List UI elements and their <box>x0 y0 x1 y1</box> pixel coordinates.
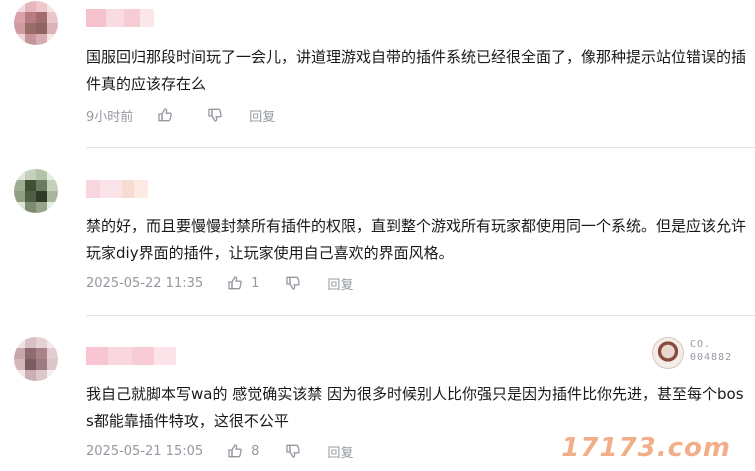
thumbs-up-icon <box>228 276 242 290</box>
comment-meta: 2025-05-21 15:05 8 回复 <box>86 441 353 461</box>
avatar[interactable] <box>14 1 58 45</box>
like-button[interactable]: 8 <box>227 443 259 459</box>
comment-text: 禁的好，而且要慢慢封禁所有插件的权限，直到整个游戏所有玩家都使用同一个系统。但是… <box>86 217 747 262</box>
avatar[interactable] <box>14 169 58 213</box>
comment-meta: 9小时前 回复 <box>86 105 275 125</box>
thumbs-up-icon <box>228 444 242 458</box>
fan-badge-icon <box>652 337 684 369</box>
divider <box>86 147 755 148</box>
reply-button[interactable]: 回复 <box>327 442 353 461</box>
thumbs-down-icon <box>286 444 301 458</box>
divider <box>86 315 755 316</box>
like-button[interactable] <box>157 107 181 123</box>
thumbs-up-icon <box>158 108 173 122</box>
thumbs-down-icon <box>286 276 301 290</box>
comment-meta: 2025-05-22 11:35 1 回复 <box>86 273 353 293</box>
like-button[interactable]: 1 <box>227 275 259 291</box>
username[interactable] <box>86 347 176 365</box>
like-count: 8 <box>251 443 260 459</box>
dislike-button[interactable] <box>285 443 301 459</box>
dislike-button[interactable] <box>207 107 223 123</box>
like-count: 1 <box>251 275 260 291</box>
fan-badge-number: CO. 004882 <box>690 339 733 363</box>
comment-text: 我自己就脚本写wa的 感觉确实该禁 因为很多时候别人比你强只是因为插件比你先进，… <box>86 385 744 430</box>
comment-text: 国服回归那段时间玩了一会儿，讲道理游戏自带的插件系统已经很全面了，像那种提示站位… <box>86 48 747 93</box>
thumbs-down-icon <box>208 108 223 122</box>
dislike-button[interactable] <box>285 275 301 291</box>
reply-button[interactable]: 回复 <box>327 274 353 293</box>
comment-section: 国服回归那段时间玩了一会儿，讲道理游戏自带的插件系统已经很全面了，像那种提示站位… <box>0 0 755 471</box>
comment-time: 2025-05-21 15:05 <box>86 443 204 459</box>
comment-time: 2025-05-22 11:35 <box>86 275 204 291</box>
avatar[interactable] <box>14 337 58 381</box>
username[interactable] <box>86 9 154 27</box>
reply-button[interactable]: 回复 <box>249 106 275 125</box>
username[interactable] <box>86 180 148 198</box>
site-watermark: 17173.com <box>561 433 731 463</box>
comment-time: 9小时前 <box>86 109 134 125</box>
